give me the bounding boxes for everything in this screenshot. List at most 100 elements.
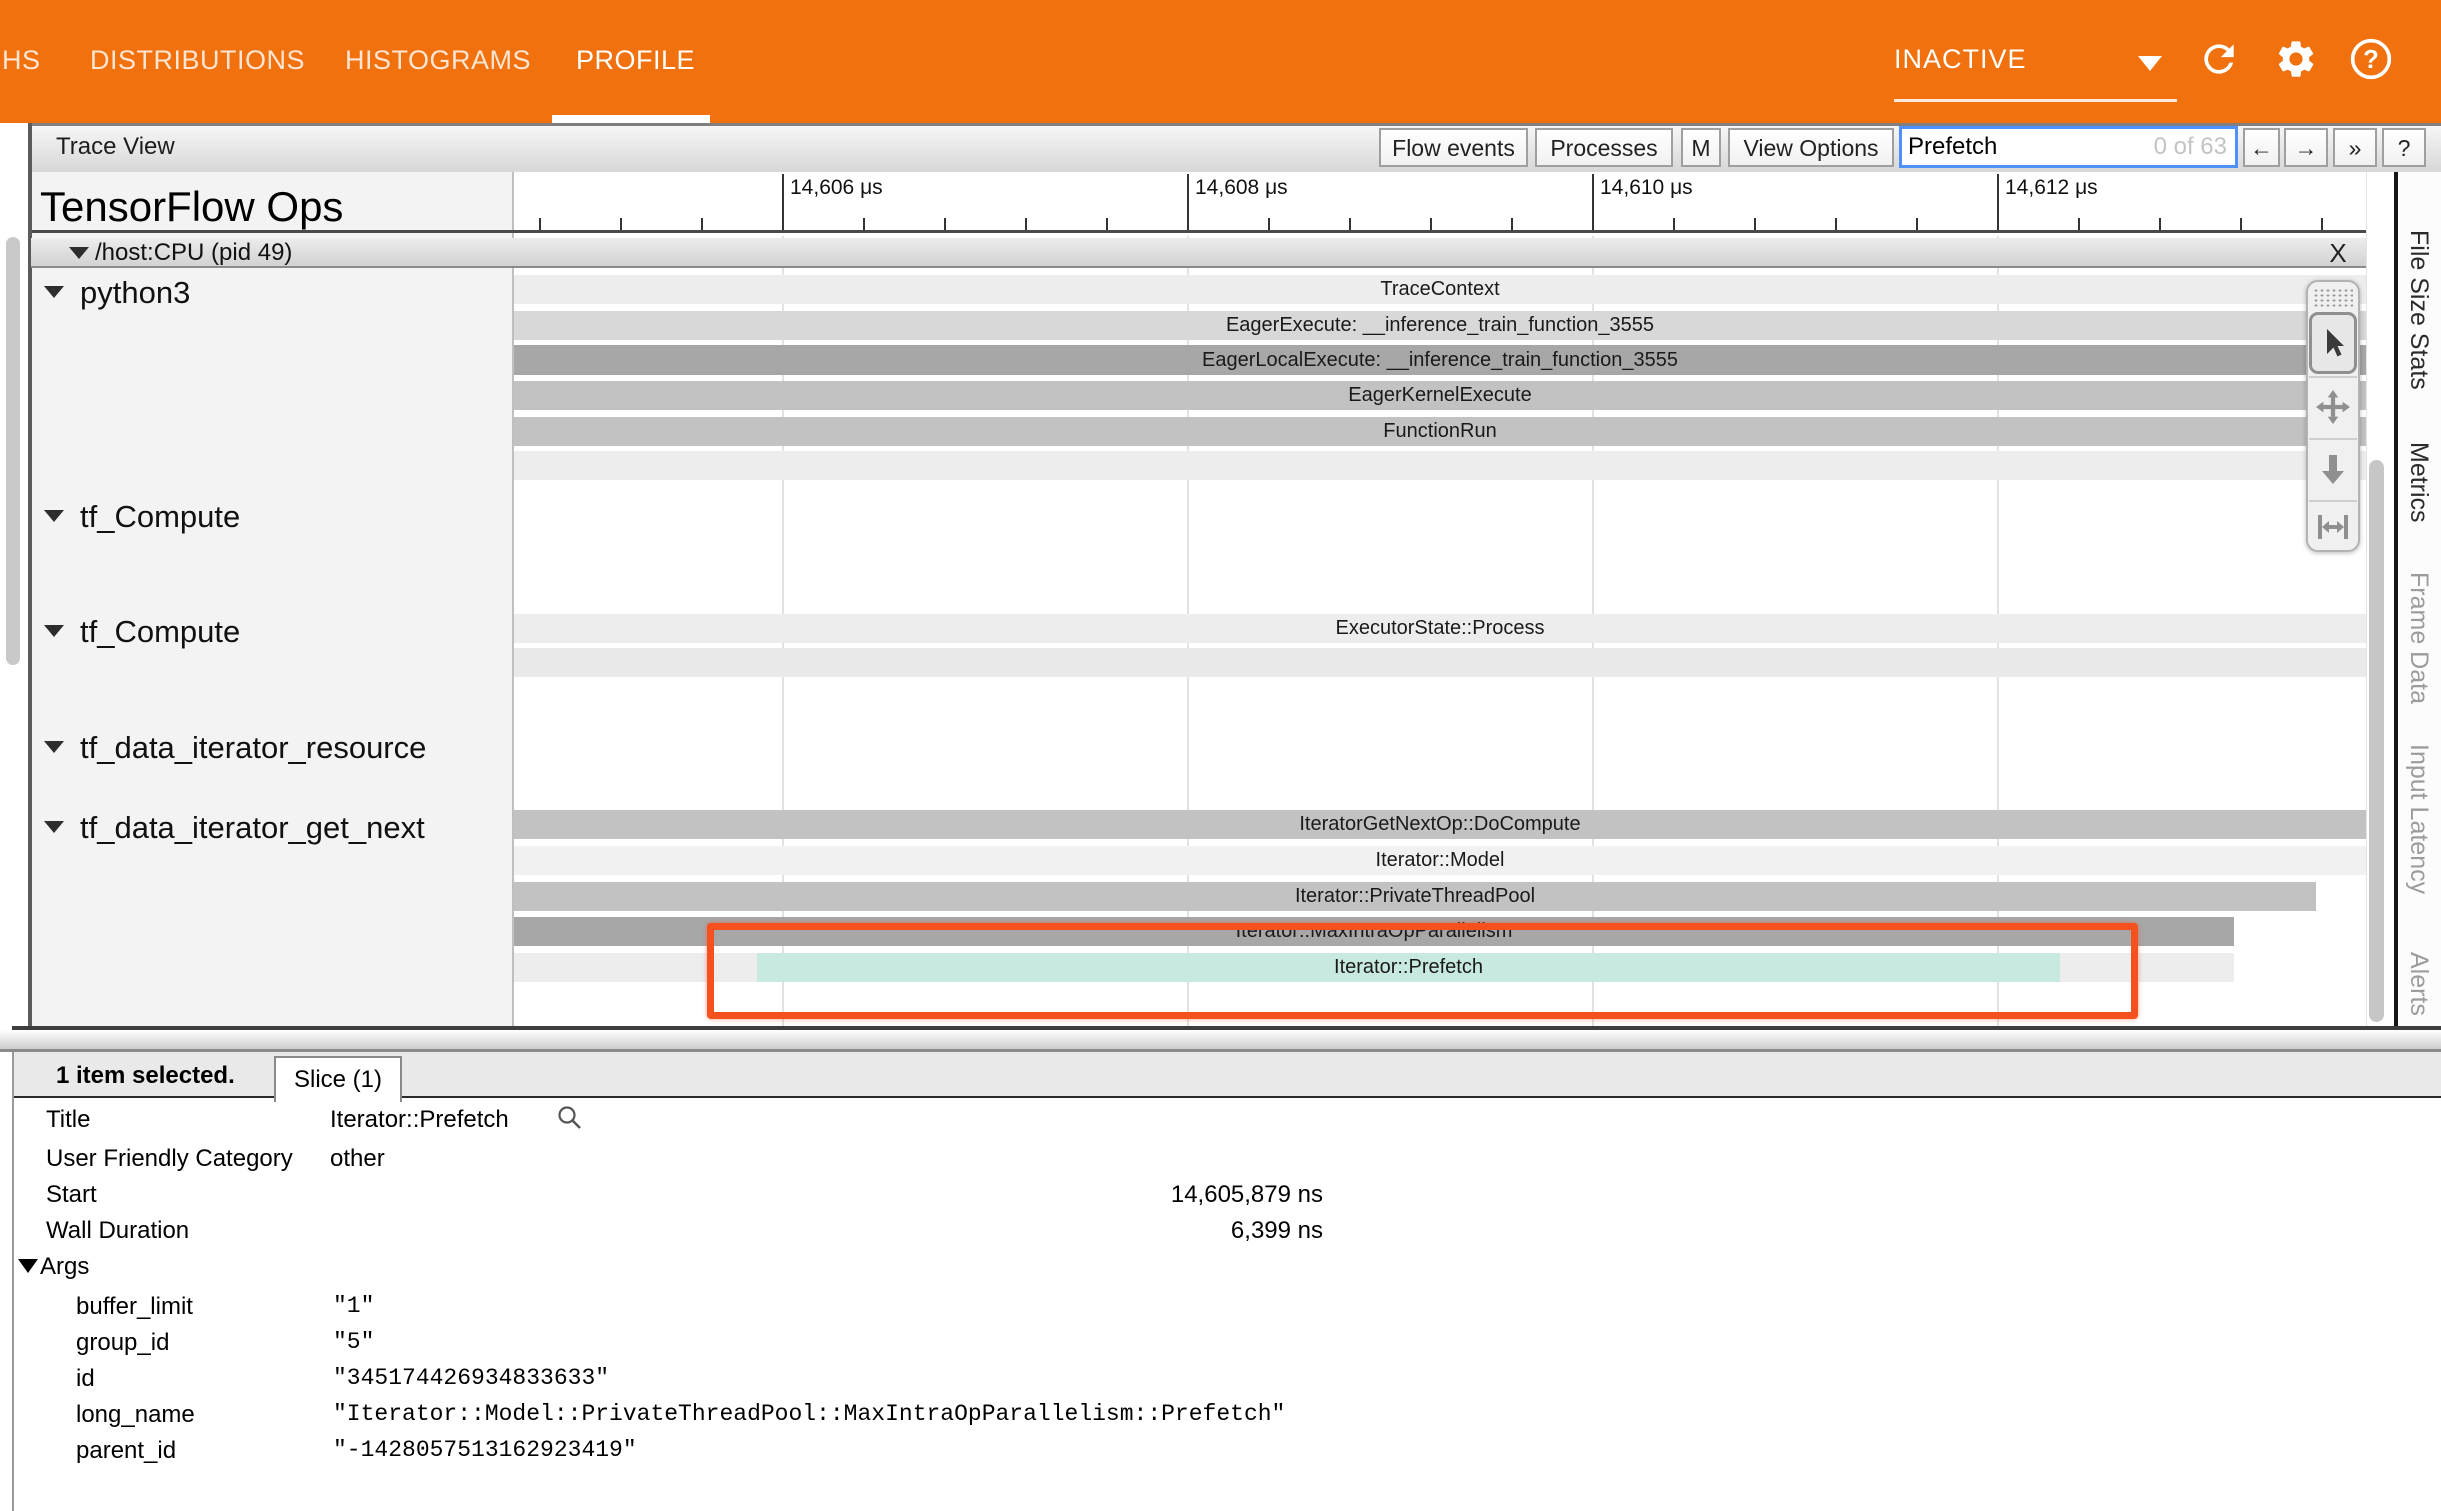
close-process-button[interactable]: X <box>2321 238 2355 266</box>
svg-text:?: ? <box>2363 46 2379 74</box>
trace-search-box: 0 of 63 <box>1899 126 2238 168</box>
trace-row-empty[interactable] <box>514 648 2366 677</box>
active-tab-underline <box>552 115 710 123</box>
details-left-border <box>12 1052 14 1511</box>
ruler-major-tick <box>1592 174 1594 230</box>
app-header: HS DISTRIBUTIONS HISTOGRAMS PROFILE INAC… <box>0 0 2441 123</box>
help-button[interactable]: ? <box>2382 128 2426 167</box>
trace-event-iterator-privatethreadpool[interactable]: Iterator::PrivateThreadPool <box>514 882 2316 911</box>
trace-event-iterator-model[interactable]: Iterator::Model <box>514 846 2366 875</box>
run-status-select[interactable]: INACTIVE <box>1894 44 2027 75</box>
search-input[interactable] <box>1908 131 2148 163</box>
sidebar-tab-input-latency[interactable]: Input Latency <box>2404 744 2433 894</box>
collapse-arrow-icon[interactable] <box>69 247 89 259</box>
collapse-arrow-icon[interactable] <box>44 625 64 637</box>
select-tool-button[interactable] <box>2309 312 2357 374</box>
tool-palette <box>2306 280 2360 552</box>
search-next-button[interactable]: → <box>2284 128 2328 167</box>
field-value-start: 14,605,879 ns <box>800 1181 1323 1209</box>
vertical-scrollbar-left[interactable] <box>6 237 20 665</box>
group-label-tf-compute-1[interactable]: tf_Compute <box>80 499 240 535</box>
view-options-button[interactable]: View Options <box>1728 128 1894 167</box>
trace-event-functionrun[interactable]: FunctionRun <box>514 417 2366 446</box>
ruler-tick-label: 14,612 μs <box>2005 176 2098 200</box>
arg-value-group-id: "5" <box>333 1329 374 1355</box>
pan-move-icon <box>2316 390 2350 424</box>
help-icon[interactable]: ? <box>2349 37 2393 81</box>
magnifier-icon[interactable] <box>556 1104 584 1132</box>
zoom-tool-button[interactable] <box>2309 438 2357 498</box>
tab-histograms[interactable]: HISTOGRAMS <box>345 45 531 76</box>
field-value-title: Iterator::Prefetch <box>330 1106 509 1134</box>
sidebar-tab-frame-data[interactable]: Frame Data <box>2404 572 2433 704</box>
field-label-start: Start <box>46 1181 97 1209</box>
args-collapse-arrow-icon[interactable] <box>18 1259 38 1273</box>
arg-value-buffer-limit: "1" <box>333 1293 374 1319</box>
tab-graphs-clipped[interactable]: HS <box>2 45 41 76</box>
ruler-major-tick <box>1997 174 1999 230</box>
ruler-tick-label: 14,606 μs <box>790 176 883 200</box>
vertical-scrollbar-right[interactable] <box>2369 460 2384 1022</box>
cursor-arrow-icon <box>2317 327 2349 359</box>
run-select-underline <box>1894 99 2177 102</box>
chevron-down-icon[interactable] <box>2138 56 2162 71</box>
sidebar-tab-alerts[interactable]: Alerts <box>2404 952 2433 1016</box>
ruler-tick-label: 14,610 μs <box>1600 176 1693 200</box>
selection-highlight-box <box>707 923 2138 1019</box>
timing-tool-button[interactable] <box>2309 500 2357 552</box>
arg-name-group-id: group_id <box>76 1329 169 1357</box>
field-value-category: other <box>330 1145 385 1173</box>
horizontal-span-icon <box>2316 512 2350 542</box>
trace-event-executorstate-process[interactable]: ExecutorState::Process <box>514 614 2366 643</box>
arg-value-parent-id: "-1428057513162923419" <box>333 1437 637 1463</box>
field-value-wall-duration: 6,399 ns <box>800 1217 1323 1245</box>
collapse-arrow-icon[interactable] <box>44 741 64 753</box>
trace-row-empty[interactable] <box>514 451 2366 480</box>
pan-tool-button[interactable] <box>2309 376 2357 436</box>
refresh-icon[interactable] <box>2197 37 2241 81</box>
processes-button[interactable]: Processes <box>1535 128 1673 167</box>
settings-gear-icon[interactable] <box>2274 37 2318 81</box>
sidebar-tab-metrics[interactable]: Metrics <box>2404 442 2433 523</box>
field-label-wall-duration: Wall Duration <box>46 1217 189 1245</box>
sidebar-tab-file-size-stats[interactable]: File Size Stats <box>2404 230 2433 390</box>
group-label-tf-compute-2[interactable]: tf_Compute <box>80 614 240 650</box>
process-row-host-cpu[interactable]: /host:CPU (pid 49) X <box>31 238 2366 268</box>
search-match-count: 0 of 63 <box>2154 133 2227 161</box>
trace-event-eagerlocalexecute[interactable]: EagerLocalExecute: __inference_train_fun… <box>514 345 2366 375</box>
field-label-category: User Friendly Category <box>46 1145 293 1173</box>
panel-splitter[interactable] <box>0 1030 2441 1049</box>
tensorflow-ops-heading: TensorFlow Ops <box>40 183 343 231</box>
trace-event-iteratorgetnextop[interactable]: IteratorGetNextOp::DoCompute <box>514 810 2366 839</box>
args-section-label[interactable]: Args <box>40 1253 89 1281</box>
tab-profile[interactable]: PROFILE <box>576 45 695 76</box>
search-prev-button[interactable]: ← <box>2243 128 2280 167</box>
metrics-m-button[interactable]: M <box>1681 128 1721 167</box>
collapse-arrow-icon[interactable] <box>44 286 64 298</box>
group-label-python3[interactable]: python3 <box>80 275 190 311</box>
collapse-arrow-icon[interactable] <box>44 821 64 833</box>
arg-value-long-name: "Iterator::Model::PrivateThreadPool::Max… <box>333 1401 1285 1427</box>
ruler-major-tick <box>782 174 784 230</box>
scrollbar-track <box>2366 172 2367 1026</box>
flow-events-button[interactable]: Flow events <box>1379 128 1528 167</box>
tab-slice[interactable]: Slice (1) <box>274 1056 402 1102</box>
trace-event-eagerexecute[interactable]: EagerExecute: __inference_train_function… <box>514 311 2366 340</box>
palette-grip-handle[interactable] <box>2313 288 2353 308</box>
process-row-label: /host:CPU (pid 49) <box>95 239 292 267</box>
tab-distributions[interactable]: DISTRIBUTIONS <box>90 45 305 76</box>
arg-name-id: id <box>76 1365 95 1393</box>
collapse-arrow-icon[interactable] <box>44 510 64 522</box>
group-label-tf-data-iterator-get-next[interactable]: tf_data_iterator_get_next <box>80 810 425 846</box>
group-label-tf-data-iterator-resource[interactable]: tf_data_iterator_resource <box>80 730 426 766</box>
trace-view-title: Trace View <box>56 133 175 161</box>
selection-status-text: 1 item selected. <box>56 1062 235 1090</box>
arg-name-parent-id: parent_id <box>76 1437 176 1465</box>
ruler-tick-label: 14,608 μs <box>1195 176 1288 200</box>
skip-button[interactable]: » <box>2333 128 2377 167</box>
field-label-title: Title <box>46 1106 90 1134</box>
arg-value-id: "345174426934833633" <box>333 1365 609 1391</box>
ruler-baseline <box>32 230 2366 233</box>
trace-event-eagerkernelexecute[interactable]: EagerKernelExecute <box>514 381 2366 410</box>
trace-event-tracecontext[interactable]: TraceContext <box>514 275 2366 304</box>
